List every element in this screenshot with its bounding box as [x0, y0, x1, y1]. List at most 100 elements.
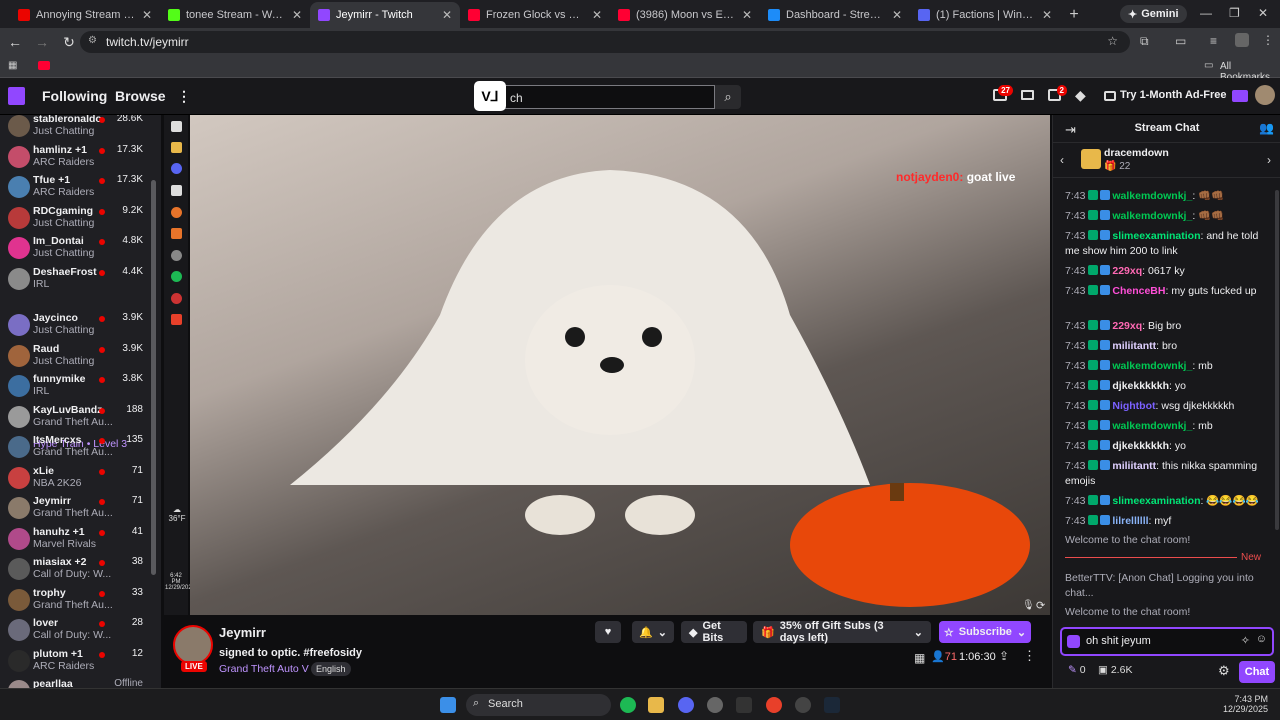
- store-icon[interactable]: [171, 185, 182, 196]
- gift-subs-button[interactable]: 🎁 35% off Gift Subs (3 days left) ⌄: [753, 620, 931, 644]
- browser-tab[interactable]: (3986) Moon vs Ejaay | TNC v✕: [610, 2, 760, 28]
- channel-points[interactable]: ✎ 0: [1068, 664, 1086, 676]
- chat-username[interactable]: 229xq: [1112, 265, 1142, 277]
- theatre-grid-icon[interactable]: ▦: [914, 651, 925, 665]
- brave-icon[interactable]: [171, 314, 182, 325]
- sidebar-channel[interactable]: Im_Dontai Just Chatting 4.8K: [0, 233, 161, 263]
- sidebar-channel[interactable]: DeshaeFrost IRL 4.4K: [0, 264, 161, 294]
- reload-icon[interactable]: ↻: [57, 30, 81, 54]
- sidebar-channel[interactable]: RDCgaming Just Chatting 9.2K: [0, 203, 161, 233]
- chat-username[interactable]: miliitantt: [1112, 460, 1156, 472]
- close-tab-icon[interactable]: ✕: [892, 8, 902, 22]
- get-bits-button[interactable]: ◆ Get Bits: [681, 620, 747, 644]
- user-avatar[interactable]: [1255, 85, 1275, 105]
- subscribe-button[interactable]: ☆ Subscribe ⌄: [939, 621, 1031, 643]
- start-icon[interactable]: [440, 697, 456, 713]
- sidebar-channel[interactable]: stableronaldo Just Chatting 28.6K: [0, 115, 161, 141]
- taskbar-clock[interactable]: 7:43 PM 12/29/2025: [1223, 694, 1268, 714]
- sidebar-channel[interactable]: KayLuvBandz Grand Theft Au... 188: [0, 402, 161, 432]
- bits-icon[interactable]: ◆: [1075, 87, 1086, 104]
- app-icon[interactable]: [171, 207, 182, 218]
- nav-following[interactable]: Following: [42, 88, 107, 104]
- browser-tab[interactable]: (1) Factions | Windy City Role✕: [910, 2, 1060, 28]
- taskbar-search[interactable]: ⌕ Search: [466, 694, 611, 716]
- chat-username[interactable]: lilrellllll: [1112, 515, 1148, 527]
- share-icon[interactable]: ⇪: [999, 649, 1009, 663]
- site-info-icon[interactable]: ⚙: [88, 35, 97, 46]
- browser-tab[interactable]: Jeymirr - Twitch ✕: [310, 2, 460, 28]
- prime-loot-icon[interactable]: 27: [993, 85, 1013, 101]
- close-tab-icon[interactable]: ✕: [742, 8, 752, 22]
- chevron-left-icon[interactable]: ‹: [1060, 153, 1064, 167]
- chat-username[interactable]: walkemdownkj_: [1112, 420, 1192, 432]
- chat-username[interactable]: slimeexamination: [1112, 495, 1200, 507]
- sidebar-channel[interactable]: miasiax +2 Call of Duty: W... 38: [0, 554, 161, 584]
- app-icon[interactable]: [171, 228, 182, 239]
- extensions-icon[interactable]: ⧉: [1140, 34, 1149, 49]
- chat-username[interactable]: 229xq: [1112, 320, 1142, 332]
- chat-username[interactable]: ChenceBH: [1112, 285, 1165, 297]
- close-tab-icon[interactable]: ✕: [292, 8, 302, 22]
- chat-username[interactable]: walkemdownkj_: [1112, 210, 1192, 222]
- chat-settings-icon[interactable]: ⚙: [1218, 663, 1230, 679]
- browser-tab[interactable]: tonee Stream - Watch Live o✕: [160, 2, 310, 28]
- spotify-icon[interactable]: [171, 271, 182, 282]
- chat-username[interactable]: miliitantt: [1112, 340, 1156, 352]
- minimize-icon[interactable]: —: [1200, 6, 1212, 20]
- chevron-right-icon[interactable]: ›: [1267, 153, 1271, 167]
- badge-picker-icon[interactable]: [1067, 635, 1080, 648]
- url-field[interactable]: ⚙ twitch.tv/jeymirr ☆: [80, 31, 1130, 53]
- sidebar-channel[interactable]: xLie NBA 2K26 71: [0, 463, 161, 493]
- tab-search-icon[interactable]: ≡: [1210, 34, 1217, 48]
- notifications-icon[interactable]: 2: [1048, 85, 1067, 101]
- clip-loop-icon[interactable]: ⟳: [1036, 599, 1045, 612]
- youtube-bookmark-icon[interactable]: [38, 61, 50, 70]
- discord-icon[interactable]: [678, 697, 694, 713]
- close-tab-icon[interactable]: ✕: [442, 8, 452, 22]
- epic-icon[interactable]: [736, 697, 752, 713]
- gemini-button[interactable]: ✦ Gemini: [1120, 5, 1187, 23]
- apps-grid-icon[interactable]: ▦: [8, 60, 17, 71]
- bits-cheer-icon[interactable]: ✧: [1241, 634, 1250, 647]
- steam-icon[interactable]: [171, 250, 182, 261]
- sidebar-channel[interactable]: Raud Just Chatting 3.9K: [0, 341, 161, 371]
- streamer-avatar[interactable]: [173, 625, 213, 665]
- search-input[interactable]: ch: [474, 85, 715, 109]
- cast-icon[interactable]: ▭: [1175, 34, 1186, 48]
- sidebar-channel[interactable]: lover Call of Duty: W... 28: [0, 615, 161, 645]
- chat-input[interactable]: oh shit jeyum ✧ ☺: [1060, 627, 1274, 656]
- discord-icon[interactable]: [171, 163, 182, 174]
- sidebar-channel[interactable]: Tfue +1 ARC Raiders 17.3K: [0, 172, 161, 202]
- gifter-name[interactable]: dracemdown: [1104, 147, 1169, 159]
- turbo-icon[interactable]: [1232, 90, 1248, 102]
- sidebar-channel[interactable]: hanuhz +1 Marvel Rivals 41: [0, 524, 161, 554]
- app-icon[interactable]: [795, 697, 811, 713]
- bits-balance[interactable]: ▣ 2.6K: [1098, 664, 1132, 676]
- ad-free-button[interactable]: Try 1-Month Ad-Free: [1120, 89, 1227, 101]
- sidebar-channel[interactable]: trophy Grand Theft Au... 33: [0, 585, 161, 615]
- search-button[interactable]: ⌕: [715, 85, 741, 109]
- chat-username[interactable]: djkekkkkkh: [1112, 440, 1169, 452]
- sidebar-channel[interactable]: ItsMercxs Grand Theft Au... 135: [0, 432, 161, 462]
- emote-icon[interactable]: ☺: [1256, 633, 1267, 645]
- profile-icon[interactable]: [1235, 33, 1249, 47]
- sidebar-scrollbar[interactable]: [151, 180, 156, 575]
- chrome-icon[interactable]: [171, 293, 182, 304]
- sidebar-channel[interactable]: Jaycinco Just Chatting 3.9K: [0, 310, 161, 340]
- category-link[interactable]: Grand Theft Auto V: [219, 663, 309, 675]
- explorer-icon[interactable]: [648, 697, 664, 713]
- sidebar-channel[interactable]: plutom +1 ARC Raiders 12: [0, 646, 161, 676]
- nav-browse[interactable]: Browse: [115, 88, 166, 104]
- community-icon[interactable]: 👥: [1259, 121, 1274, 135]
- streamer-name[interactable]: Jeymirr: [219, 625, 266, 640]
- language-tag[interactable]: English: [311, 662, 351, 676]
- close-tab-icon[interactable]: ✕: [592, 8, 602, 22]
- folder-icon[interactable]: [171, 142, 182, 153]
- windows-icon[interactable]: [171, 121, 182, 132]
- close-tab-icon[interactable]: ✕: [142, 8, 152, 22]
- spotify-icon[interactable]: [620, 697, 636, 713]
- chat-send-button[interactable]: Chat: [1239, 661, 1275, 683]
- new-tab-button[interactable]: +: [1060, 2, 1088, 28]
- chat-username[interactable]: slimeexamination: [1112, 230, 1200, 242]
- chat-username[interactable]: walkemdownkj_: [1112, 190, 1192, 202]
